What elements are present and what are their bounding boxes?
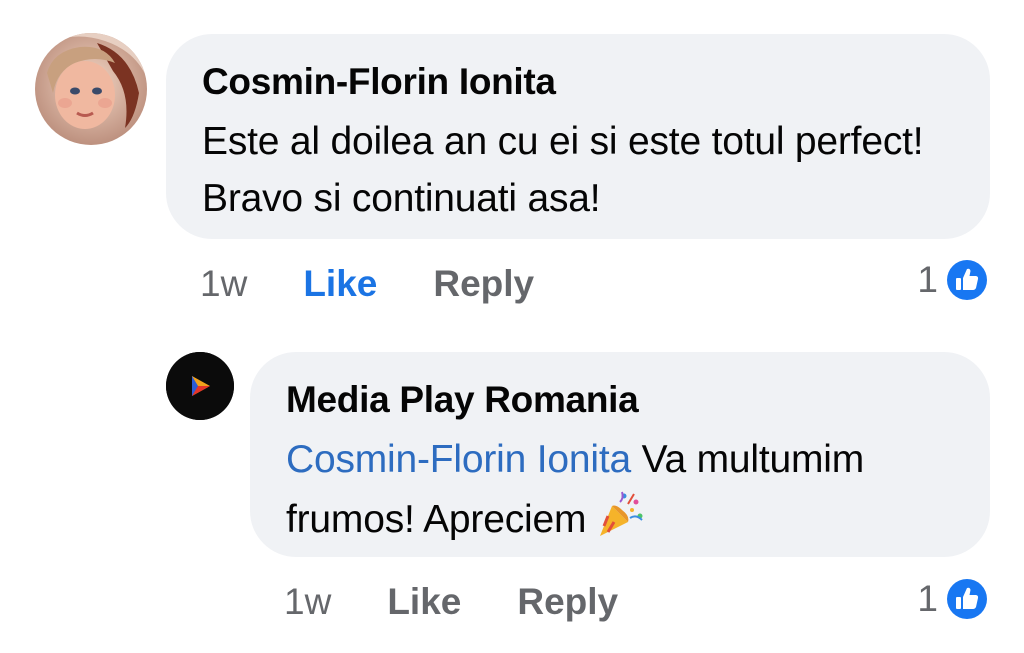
comment-actions: 1w Like Reply: [200, 262, 534, 306]
like-button[interactable]: Like: [387, 581, 461, 623]
reply-button[interactable]: Reply: [517, 581, 618, 623]
reply-actions: 1w Like Reply: [284, 580, 618, 624]
reaction-count: 1: [917, 578, 938, 619]
comment-text: Este al doilea an cu ei si este totul pe…: [202, 120, 924, 220]
reply-button[interactable]: Reply: [433, 263, 534, 305]
reply-bubble: Media Play Romania Cosmin-Florin Ionita …: [250, 352, 990, 557]
comment-bubble: Cosmin-Florin Ionita Este al doilea an c…: [166, 34, 990, 239]
thumbs-up-icon: [945, 258, 989, 302]
reply-timestamp[interactable]: 1w: [284, 581, 331, 623]
reply-text-container: Cosmin-Florin Ionita Va multumim frumos!…: [286, 431, 954, 548]
avatar[interactable]: [35, 33, 147, 145]
reply-author[interactable]: Media Play Romania: [286, 378, 954, 422]
like-button[interactable]: Like: [303, 263, 377, 305]
reaction-summary[interactable]: 1: [917, 256, 990, 304]
mention-link[interactable]: Cosmin-Florin Ionita: [286, 438, 631, 481]
party-popper-icon: [600, 491, 643, 536]
comment-thread: Cosmin-Florin Ionita Este al doilea an c…: [0, 0, 1024, 653]
comment-author[interactable]: Cosmin-Florin Ionita: [202, 60, 954, 104]
thumbs-up-icon: [945, 577, 989, 621]
comment-timestamp[interactable]: 1w: [200, 263, 247, 305]
reaction-count: 1: [917, 259, 938, 300]
page-avatar[interactable]: [166, 352, 234, 420]
reaction-summary[interactable]: 1: [917, 575, 990, 623]
